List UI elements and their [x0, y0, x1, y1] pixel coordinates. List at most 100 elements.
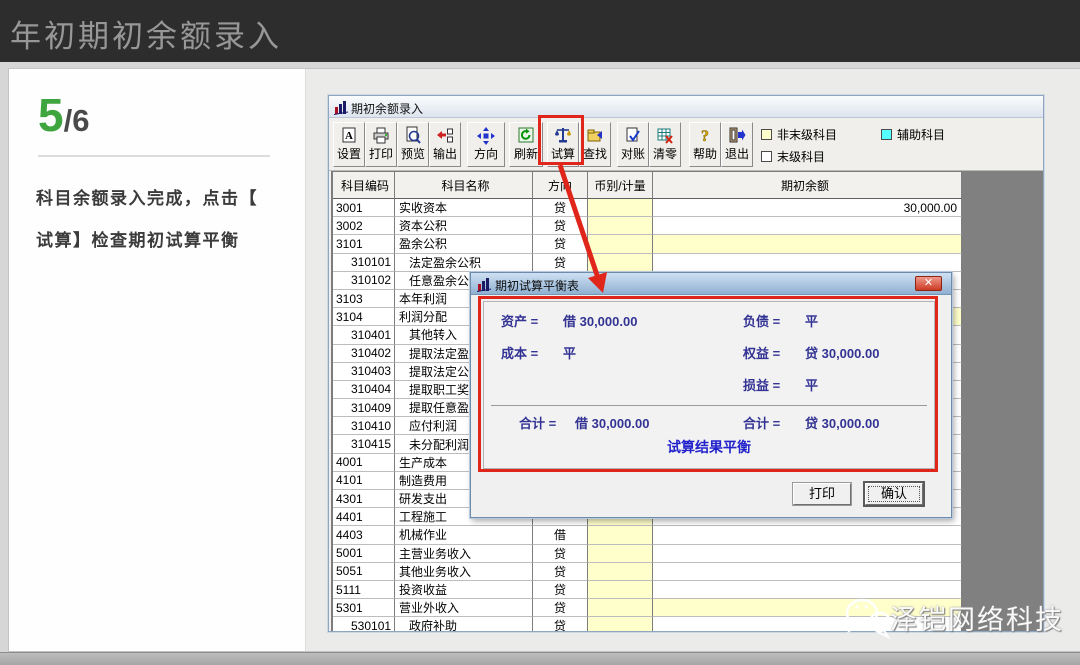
table-row[interactable]: 5111 投资收益 贷: [333, 581, 962, 599]
column-header-code[interactable]: 科目编码: [333, 172, 395, 199]
trial-balance-button[interactable]: 试算: [547, 122, 579, 167]
cell-account-code: 5001: [333, 545, 395, 563]
exit-button[interactable]: 退出: [721, 122, 753, 167]
direction-button[interactable]: 方向: [467, 122, 505, 167]
cell-currency[interactable]: [588, 563, 653, 581]
step-description-line2: 试算】检查期初试算平衡: [36, 220, 286, 262]
cell-account-name: 实收资本: [395, 199, 533, 217]
direction-icon: [476, 125, 496, 147]
cell-account-code: 4403: [333, 526, 395, 544]
cell-account-code: 5111: [333, 581, 395, 599]
cell-currency[interactable]: [588, 617, 653, 632]
step-indicator: 5/6: [38, 88, 89, 142]
window-titlebar[interactable]: 期初余额录入: [329, 96, 1043, 118]
column-header-direction[interactable]: 方向: [533, 172, 588, 199]
cell-direction: 贷: [533, 254, 588, 272]
find-button[interactable]: 查找: [579, 122, 611, 167]
top-banner: 年初期初余额录入: [0, 0, 1080, 62]
confirm-button[interactable]: 确认: [865, 483, 923, 505]
cell-opening-balance[interactable]: [653, 563, 962, 581]
table-row[interactable]: 5051 其他业务收入 贷: [333, 563, 962, 581]
step-current: 5: [38, 89, 64, 141]
settings-button[interactable]: A 设置: [333, 122, 365, 167]
bar-chart-icon: [334, 99, 350, 115]
cell-currency[interactable]: [588, 599, 653, 617]
cell-account-code: 4401: [333, 508, 395, 526]
preview-button[interactable]: 预览: [397, 122, 429, 167]
printer-icon: [372, 125, 390, 147]
cell-account-name: 营业外收入: [395, 599, 533, 617]
table-row[interactable]: 530101 政府补助 贷: [333, 617, 962, 632]
cell-opening-balance[interactable]: [653, 617, 962, 632]
cell-account-name: 其他业务收入: [395, 563, 533, 581]
auxiliary-color-swatch: [881, 129, 892, 140]
total-credit-value: 贷 30,000.00: [805, 413, 879, 432]
cell-opening-balance[interactable]: [653, 254, 962, 272]
step-divider: [38, 155, 270, 157]
cell-account-code: 4101: [333, 472, 395, 490]
table-row[interactable]: 5001 主营业务收入 贷: [333, 545, 962, 563]
trial-balance-result: 试算结果平衡: [483, 437, 935, 457]
refresh-button[interactable]: 刷新: [509, 122, 543, 167]
refresh-icon: [517, 125, 535, 147]
help-icon: ?: [696, 125, 714, 147]
cell-direction: 贷: [533, 563, 588, 581]
cell-account-code: 310410: [333, 417, 395, 435]
export-button[interactable]: 输出: [429, 122, 461, 167]
cost-label: 成本 =: [501, 343, 538, 362]
cell-currency[interactable]: [588, 235, 653, 253]
dialog-titlebar[interactable]: 期初试算平衡表 ✕: [471, 273, 951, 295]
cell-account-code: 310402: [333, 345, 395, 363]
cell-opening-balance[interactable]: [653, 599, 962, 617]
legend-leaf: 末级科目: [761, 148, 825, 165]
cell-currency[interactable]: [588, 217, 653, 235]
cell-opening-balance[interactable]: 30,000.00: [653, 199, 962, 217]
cell-opening-balance[interactable]: [653, 217, 962, 235]
close-icon[interactable]: ✕: [915, 276, 942, 291]
cell-currency[interactable]: [588, 581, 653, 599]
cell-opening-balance[interactable]: [653, 235, 962, 253]
cell-account-code: 5051: [333, 563, 395, 581]
clear-zero-button[interactable]: 清零: [649, 122, 681, 167]
cell-currency[interactable]: [588, 526, 653, 544]
cell-currency[interactable]: [588, 254, 653, 272]
equity-value: 贷 30,000.00: [805, 343, 879, 362]
cell-opening-balance[interactable]: [653, 526, 962, 544]
bar-chart-icon: [477, 276, 493, 292]
window-title: 期初余额录入: [351, 100, 423, 117]
clear-zero-icon: [656, 125, 674, 147]
asset-label: 资产 =: [501, 311, 538, 330]
print-dialog-button[interactable]: 打印: [793, 483, 851, 505]
cell-account-code: 3103: [333, 290, 395, 308]
print-button[interactable]: 打印: [365, 122, 397, 167]
table-row[interactable]: 3001 实收资本 贷 30,000.00: [333, 199, 962, 217]
table-row[interactable]: 3101 盈余公积 贷: [333, 235, 962, 253]
cell-currency[interactable]: [588, 199, 653, 217]
cell-account-name: 机械作业: [395, 526, 533, 544]
step-total: /6: [64, 103, 90, 138]
cell-currency[interactable]: [588, 545, 653, 563]
table-row[interactable]: 310101 法定盈余公积 贷: [333, 254, 962, 272]
cell-account-code: 310401: [333, 326, 395, 344]
equity-label: 权益 =: [743, 343, 780, 362]
step-description: 科目余额录入完成，点击【 试算】检查期初试算平衡: [36, 178, 286, 262]
column-header-name[interactable]: 科目名称: [395, 172, 533, 199]
column-header-currency[interactable]: 币别/计量: [588, 172, 653, 199]
legend-auxiliary: 辅助科目: [881, 126, 945, 143]
cell-account-name: 法定盈余公积: [395, 254, 533, 272]
table-row[interactable]: 3002 资本公积 贷: [333, 217, 962, 235]
cell-account-code: 4301: [333, 490, 395, 508]
column-header-balance[interactable]: 期初余额: [653, 172, 962, 199]
cell-direction: 贷: [533, 599, 588, 617]
cost-value: 平: [563, 343, 576, 362]
total-debit-value: 借 30,000.00: [575, 413, 649, 432]
cell-direction: 贷: [533, 217, 588, 235]
font-settings-icon: A: [340, 125, 358, 147]
cell-opening-balance[interactable]: [653, 581, 962, 599]
help-button[interactable]: ? 帮助: [689, 122, 721, 167]
table-row[interactable]: 5301 营业外收入 贷: [333, 599, 962, 617]
reconcile-button[interactable]: 对账: [617, 122, 649, 167]
cell-account-name: 政府补助: [395, 617, 533, 632]
cell-opening-balance[interactable]: [653, 545, 962, 563]
table-row[interactable]: 4403 机械作业 借: [333, 526, 962, 544]
